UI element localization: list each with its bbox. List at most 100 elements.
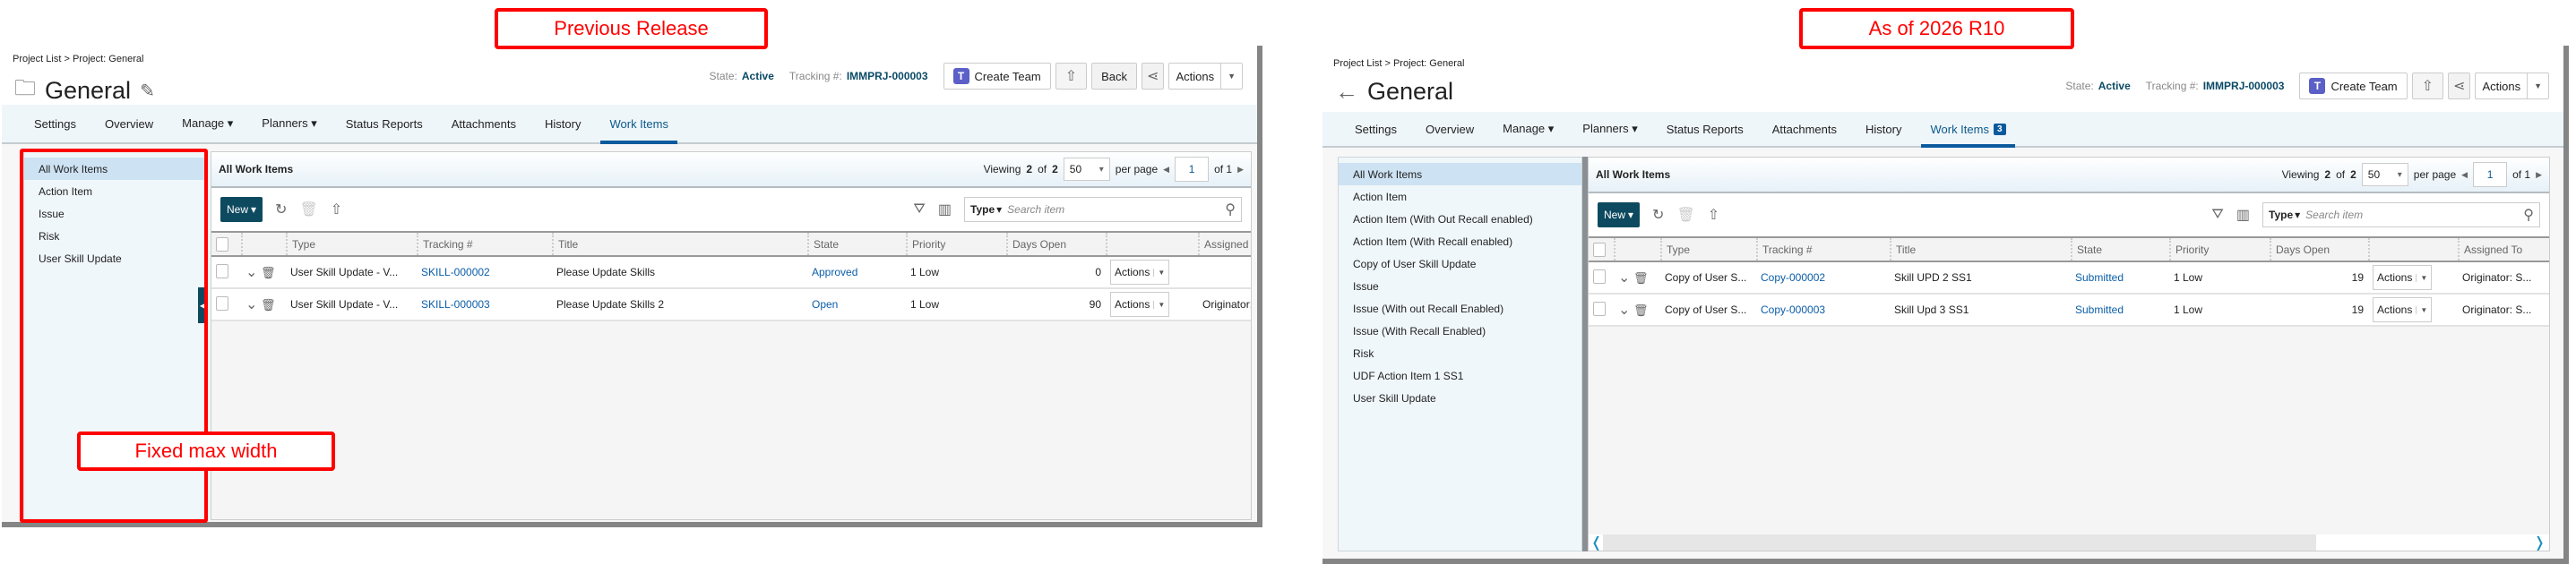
column-header[interactable] xyxy=(1106,233,1198,255)
sidebar-item[interactable]: Risk xyxy=(1339,342,1581,364)
tab-work-items[interactable]: Work Items 3 xyxy=(1916,112,2020,148)
sidebar-item[interactable]: Issue xyxy=(24,202,204,225)
column-header[interactable]: Tracking # xyxy=(417,233,552,255)
next-page-icon[interactable]: ▶ xyxy=(2536,170,2542,180)
delete-row-icon[interactable]: 🗑 xyxy=(257,266,276,279)
share-button[interactable]: ⋖ xyxy=(1142,63,1165,90)
type-filter-dropdown[interactable]: Type xyxy=(2269,209,2293,221)
state-link[interactable]: Submitted xyxy=(2075,303,2124,316)
scroll-right-icon[interactable]: ❭ xyxy=(2534,534,2546,551)
delete-row-icon[interactable]: 🗑 xyxy=(1630,303,1649,317)
tab-history[interactable]: History xyxy=(530,105,595,142)
new-button[interactable]: New ▾ xyxy=(220,197,263,222)
page-number-input[interactable]: 1 xyxy=(2473,162,2508,187)
export-button[interactable]: ⇧ xyxy=(1055,63,1088,90)
tab-attachments[interactable]: Attachments xyxy=(437,105,530,142)
column-header[interactable]: Assigned To xyxy=(1198,233,1251,255)
export-icon[interactable]: ⇧ xyxy=(331,201,342,218)
delete-row-icon[interactable]: 🗑 xyxy=(257,298,276,312)
sidebar-item[interactable]: Issue xyxy=(1339,275,1581,297)
horizontal-scrollbar[interactable]: ❬ ❭ xyxy=(1589,534,2549,551)
select-all-checkbox[interactable] xyxy=(1593,242,1606,257)
tab-overview[interactable]: Overview xyxy=(90,105,168,142)
sidebar-item[interactable]: All Work Items xyxy=(24,158,204,180)
export-icon[interactable]: ⇧ xyxy=(1708,206,1719,224)
refresh-icon[interactable]: ↻ xyxy=(275,201,287,218)
state-link[interactable]: Approved xyxy=(812,266,858,278)
column-header[interactable]: Days Open xyxy=(2270,238,2368,261)
column-header[interactable]: Assigned To xyxy=(2458,238,2547,261)
breadcrumb[interactable]: Project List > Project: General xyxy=(13,54,143,64)
sidebar-item[interactable]: Issue (With Recall Enabled) xyxy=(1339,320,1581,342)
column-header[interactable]: Title xyxy=(552,233,807,255)
tab-manage[interactable]: Manage ▾ xyxy=(1488,112,1568,146)
tab-manage[interactable]: Manage ▾ xyxy=(168,105,247,142)
type-filter-dropdown[interactable]: Type xyxy=(970,203,995,216)
filter-icon[interactable]: ⛛ xyxy=(2211,207,2223,223)
expand-chevron-icon[interactable]: ⌄ xyxy=(246,265,257,280)
scroll-left-icon[interactable]: ❬ xyxy=(1590,534,1602,551)
sidebar-item[interactable]: Risk xyxy=(24,225,204,247)
column-header[interactable]: Type xyxy=(1660,238,1756,261)
tab-history[interactable]: History xyxy=(1851,112,1916,146)
tab-settings[interactable]: Settings xyxy=(20,105,90,142)
page-number-input[interactable]: 1 xyxy=(1175,157,1210,182)
row-checkbox[interactable] xyxy=(216,295,228,311)
tracking-link[interactable]: Copy-000003 xyxy=(1761,303,1826,316)
tracking-link[interactable]: Copy-000002 xyxy=(1761,271,1826,284)
prev-page-icon[interactable]: ◀ xyxy=(1163,165,1169,175)
column-header[interactable]: Priority xyxy=(906,233,1006,255)
delete-row-icon[interactable]: 🗑 xyxy=(1630,271,1649,285)
sidebar-item[interactable]: Action Item xyxy=(1339,185,1581,208)
row-checkbox[interactable] xyxy=(1593,301,1606,316)
sidebar-item[interactable]: Action Item xyxy=(24,180,204,202)
actions-dropdown[interactable]: Actions ▼ xyxy=(1168,63,1243,90)
state-link[interactable]: Submitted xyxy=(2075,271,2124,284)
tracking-link[interactable]: SKILL-000002 xyxy=(421,266,490,278)
tab-status-reports[interactable]: Status Reports xyxy=(332,105,437,142)
column-header[interactable]: State xyxy=(2071,238,2169,261)
sidebar-item[interactable]: Copy of User Skill Update xyxy=(1339,252,1581,275)
sidebar-item[interactable]: User Skill Update xyxy=(24,247,204,269)
tab-planners[interactable]: Planners ▾ xyxy=(247,105,331,142)
column-header[interactable]: State xyxy=(807,233,906,255)
search-icon[interactable]: ⚲ xyxy=(2523,206,2534,224)
column-header[interactable]: Days Open xyxy=(1006,233,1106,255)
tab-planners[interactable]: Planners ▾ xyxy=(1568,112,1651,146)
tab-work-items[interactable]: Work Items xyxy=(595,105,683,144)
tracking-link[interactable]: SKILL-000003 xyxy=(421,298,490,311)
sidebar-item[interactable]: All Work Items xyxy=(1339,163,1581,185)
back-arrow-icon[interactable]: ← xyxy=(1335,78,1358,106)
sidebar-item[interactable]: Action Item (With Recall enabled) xyxy=(1339,230,1581,252)
row-actions-dropdown[interactable]: Actions ▼ xyxy=(1110,292,1170,317)
sidebar-item[interactable]: User Skill Update xyxy=(1339,387,1581,409)
column-header[interactable]: Type xyxy=(286,233,417,255)
search-input[interactable]: Search item xyxy=(2305,209,2518,221)
tab-attachments[interactable]: Attachments xyxy=(1758,112,1851,146)
actions-dropdown[interactable]: Actions ▼ xyxy=(2475,73,2549,99)
export-button[interactable]: ⇧ xyxy=(2411,73,2444,99)
tab-settings[interactable]: Settings xyxy=(1340,112,1411,146)
row-checkbox[interactable] xyxy=(1593,269,1606,284)
row-actions-dropdown[interactable]: Actions ▼ xyxy=(2373,265,2433,290)
row-checkbox[interactable] xyxy=(216,263,228,278)
sidebar-item[interactable]: Action Item (With Out Recall enabled) xyxy=(1339,208,1581,230)
column-header[interactable]: Tracking # xyxy=(1756,238,1890,261)
collapse-sidebar-handle[interactable]: ◀ xyxy=(198,287,207,323)
edit-pencil-icon[interactable]: ✎ xyxy=(140,80,155,102)
breadcrumb[interactable]: Project List > Project: General xyxy=(1333,58,1464,69)
create-team-button[interactable]: T Create Team xyxy=(943,63,1051,90)
columns-icon[interactable]: ▥ xyxy=(938,201,952,218)
row-actions-dropdown[interactable]: Actions ▼ xyxy=(1110,260,1170,285)
create-team-button[interactable]: T Create Team xyxy=(2299,73,2408,99)
sidebar-item[interactable]: Issue (With out Recall Enabled) xyxy=(1339,297,1581,320)
filter-icon[interactable]: ⛛ xyxy=(913,201,925,218)
expand-chevron-icon[interactable]: ⌄ xyxy=(1618,270,1630,286)
select-all-checkbox[interactable] xyxy=(216,236,228,252)
refresh-icon[interactable]: ↻ xyxy=(1652,206,1664,224)
state-link[interactable]: Open xyxy=(812,298,839,311)
prev-page-icon[interactable]: ◀ xyxy=(2461,170,2468,180)
page-size-select[interactable]: 50 ▾ xyxy=(1063,158,1110,181)
next-page-icon[interactable]: ▶ xyxy=(1237,165,1244,175)
tab-overview[interactable]: Overview xyxy=(1411,112,1488,146)
